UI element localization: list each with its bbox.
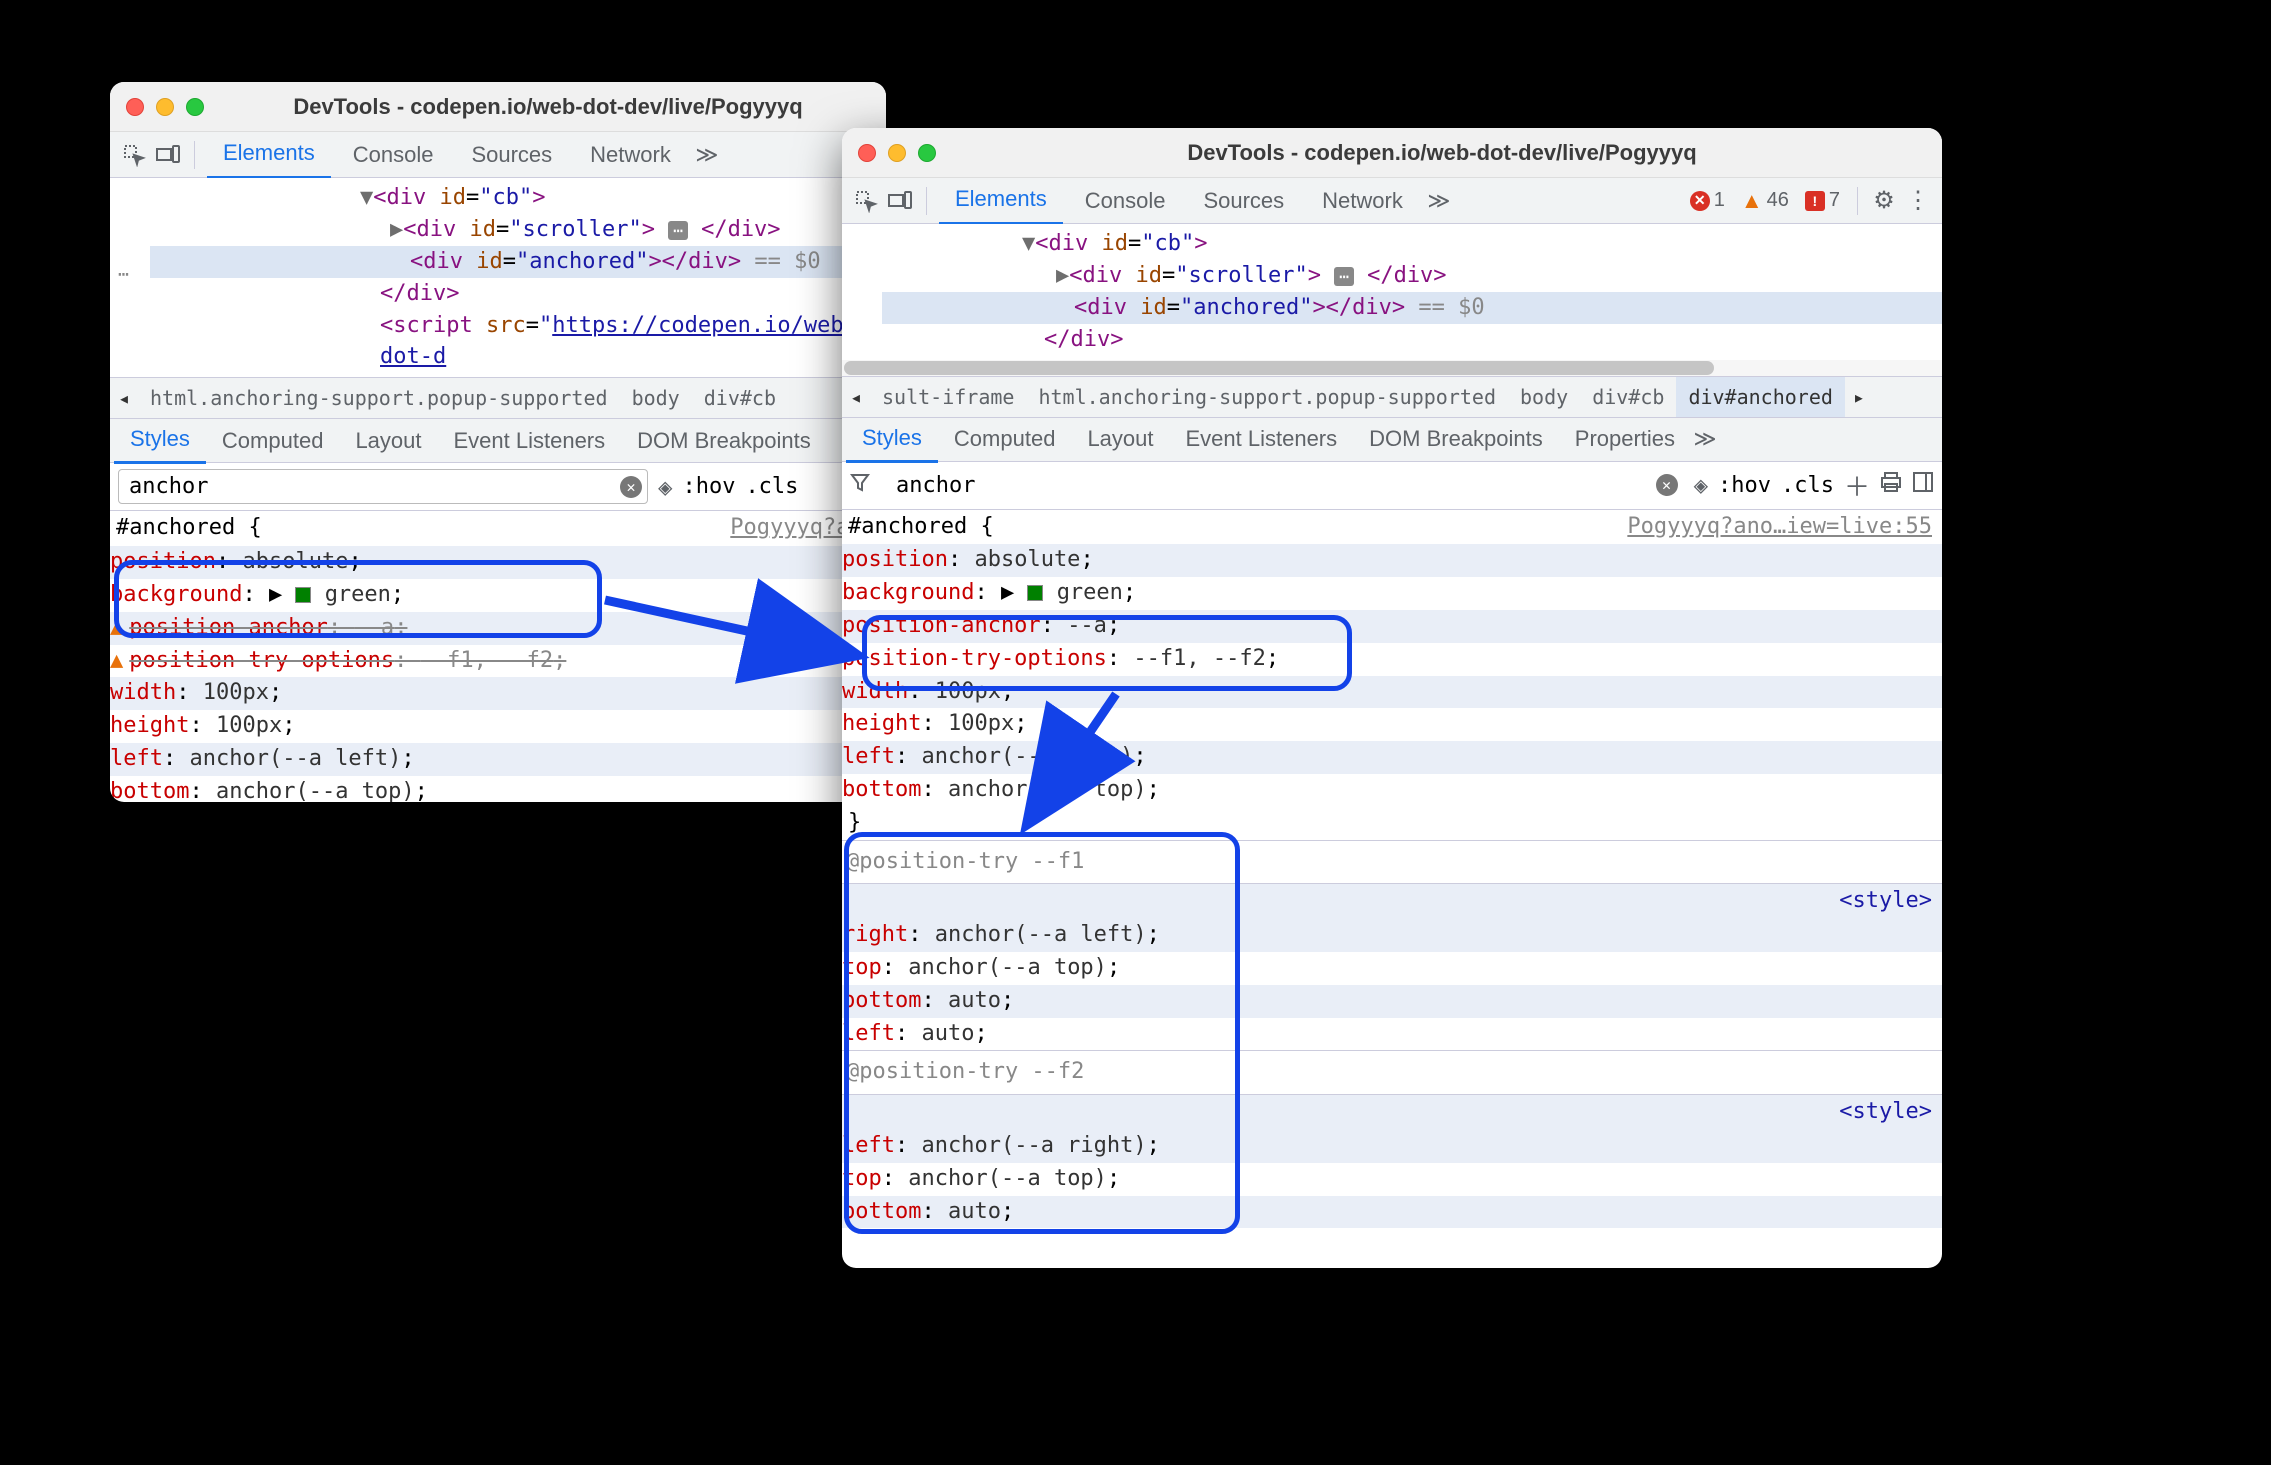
titlebar: DevTools - codepen.io/web-dot-dev/live/P… [110,82,886,132]
traffic-lights [126,98,204,116]
tab-console[interactable]: Console [1069,178,1182,224]
maximize-icon[interactable] [918,144,936,162]
cls-toggle[interactable]: .cls [1781,473,1834,498]
tab-elements[interactable]: Elements [939,176,1063,225]
gear-icon[interactable]: ⚙ [1870,187,1898,215]
kebab-icon[interactable]: ⋮ [1904,187,1932,215]
crumb-html[interactable]: html.anchoring-support.popup-supported [138,386,620,410]
print-icon[interactable] [1880,471,1902,499]
stab-eventlisteners[interactable]: Event Listeners [1170,417,1354,461]
stab-layout[interactable]: Layout [1071,417,1169,461]
window-title: DevTools - codepen.io/web-dot-dev/live/P… [958,140,1926,166]
warning-icon: ▲ [110,615,123,640]
toggle-pane-icon[interactable] [1912,471,1934,499]
selector: #anchored { [848,512,994,543]
minimize-icon[interactable] [156,98,174,116]
styles-pane-tabs: Styles Computed Layout Event Listeners D… [842,418,1942,462]
at-position-try-f1: @position-try --f1 [842,840,1942,885]
styles-filter-bar: ✕ ◈ :hov .cls ＋ [842,462,1942,510]
crumb-divcb[interactable]: div#cb [1580,385,1676,409]
funnel-icon [850,472,876,498]
layers-icon[interactable]: ◈ [658,473,672,501]
dom-tree[interactable]: ⋯ ▼<div id="cb"> ▶<div id="scroller"> ⋯ … [110,178,886,377]
styles-pane-tabs: Styles Computed Layout Event Listeners D… [110,419,886,463]
cls-toggle[interactable]: .cls [745,474,798,499]
issues-count[interactable]: !7 [1800,189,1845,212]
devtools-window-before: DevTools - codepen.io/web-dot-dev/live/P… [110,82,886,802]
filter-input[interactable] [886,469,1684,502]
devtools-toolbar: Elements Console Sources Network ≫ [110,132,886,178]
window-title: DevTools - codepen.io/web-dot-dev/live/P… [226,94,870,120]
clear-filter-icon[interactable]: ✕ [1656,474,1678,496]
stab-properties[interactable]: Properties [1559,417,1691,461]
breadcrumb[interactable]: ◂ sult-iframe html.anchoring-support.pop… [842,376,1942,418]
warning-icon: ▲ [110,648,123,673]
crumb-body[interactable]: body [620,386,692,410]
traffic-lights [858,144,936,162]
breadcrumb[interactable]: ◂ html.anchoring-support.popup-supported… [110,377,886,419]
titlebar: DevTools - codepen.io/web-dot-dev/live/P… [842,128,1942,178]
chevron-left-icon[interactable]: ◂ [842,385,870,409]
stab-computed[interactable]: Computed [938,417,1072,461]
tab-console[interactable]: Console [337,132,450,178]
crumb-iframe[interactable]: sult-iframe [870,385,1026,409]
at-position-try-f2: @position-try --f2 [842,1050,1942,1095]
styles-pane[interactable]: #anchored { Pogyyyq?an… position: absolu… [110,511,886,802]
style-source-link[interactable]: <style> [842,884,1942,919]
tab-network[interactable]: Network [1306,178,1419,224]
errors-count[interactable]: ✕1 [1685,189,1730,212]
selector: #anchored { [116,513,262,544]
warnings-count[interactable]: ▲46 [1736,188,1794,214]
device-icon[interactable] [886,187,914,215]
close-icon[interactable] [858,144,876,162]
crumb-html[interactable]: html.anchoring-support.popup-supported [1026,385,1508,409]
more-tabs-icon[interactable]: ≫ [693,141,721,169]
layers-icon[interactable]: ◈ [1694,471,1708,499]
dom-tree[interactable]: ▼<div id="cb"> ▶<div id="scroller"> ⋯ </… [842,224,1942,360]
crumb-divanchored[interactable]: div#anchored [1676,377,1845,417]
tab-sources[interactable]: Sources [455,132,568,178]
tab-sources[interactable]: Sources [1187,178,1300,224]
close-icon[interactable] [126,98,144,116]
dom-scrollbar[interactable] [842,360,1942,376]
more-tabs-icon[interactable]: ≫ [1691,425,1719,453]
crumb-body[interactable]: body [1508,385,1580,409]
more-tabs-icon[interactable]: ≫ [1425,187,1453,215]
styles-filter-bar: ✕ ◈ :hov .cls [110,463,886,511]
tab-elements[interactable]: Elements [207,130,331,179]
hov-toggle[interactable]: :hov [682,474,735,499]
device-icon[interactable] [154,141,182,169]
chevron-right-icon[interactable]: ▸ [1845,385,1873,409]
hov-toggle[interactable]: :hov [1718,473,1771,498]
devtools-window-after: DevTools - codepen.io/web-dot-dev/live/P… [842,128,1942,1268]
filter-input[interactable] [118,469,648,504]
clear-filter-icon[interactable]: ✕ [620,476,642,498]
crumb-divcb[interactable]: div#cb [692,386,788,410]
new-style-icon[interactable]: ＋ [1844,467,1870,504]
stab-dombp[interactable]: DOM Breakpoints [1353,417,1559,461]
minimize-icon[interactable] [888,144,906,162]
inspect-icon[interactable] [852,187,880,215]
source-link[interactable]: Pogyyyq?ano…iew=live:55 [1627,512,1932,543]
styles-pane[interactable]: #anchored { Pogyyyq?ano…iew=live:55 posi… [842,510,1942,1268]
stab-eventlisteners[interactable]: Event Listeners [438,419,622,463]
inspect-icon[interactable] [120,141,148,169]
stab-layout[interactable]: Layout [339,419,437,463]
devtools-toolbar: Elements Console Sources Network ≫ ✕1 ▲4… [842,178,1942,224]
chevron-left-icon[interactable]: ◂ [110,386,138,410]
tab-network[interactable]: Network [574,132,687,178]
stab-computed[interactable]: Computed [206,419,340,463]
style-source-link[interactable]: <style> [842,1095,1942,1130]
stab-styles[interactable]: Styles [846,416,938,463]
maximize-icon[interactable] [186,98,204,116]
stab-dombp[interactable]: DOM Breakpoints [621,419,827,463]
stab-styles[interactable]: Styles [114,417,206,464]
